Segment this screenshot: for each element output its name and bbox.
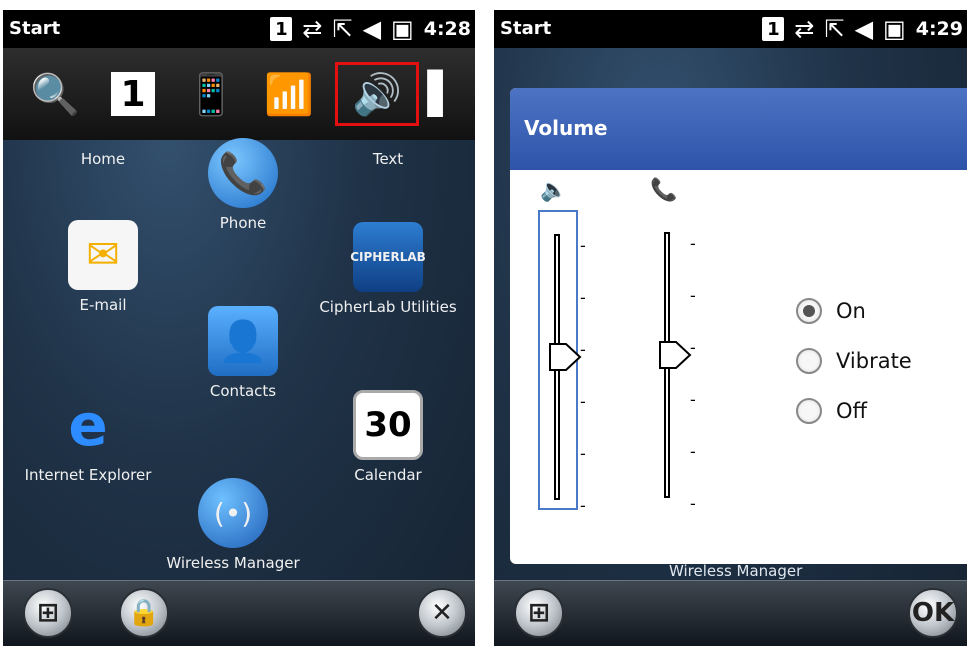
sync-icon[interactable]: ⇄ [302, 15, 322, 43]
tick: - [580, 288, 586, 307]
close-button[interactable]: ✕ [417, 588, 467, 638]
status-icons: 1 ⇄ ⇱ ◀ ▣ 4:29 [762, 14, 963, 44]
radio-vibrate[interactable]: Vibrate [796, 348, 912, 374]
app-wireless-manager[interactable]: (•) Wireless Manager [158, 478, 308, 572]
app-contacts[interactable]: 👤 Contacts [168, 306, 318, 400]
status-bar: Start 1 ⇄ ⇱ ◀ ▣ 4:29 [494, 10, 967, 48]
bottom-bar: ⊞ OK [494, 580, 967, 646]
tick: - [580, 236, 586, 255]
tick: - [690, 234, 696, 253]
magnifier-icon[interactable]: 🔍 [23, 62, 87, 126]
phone-volume-slider[interactable]: - - - - - - [650, 210, 696, 513]
email-label: E-mail [79, 296, 127, 314]
tick: - [580, 444, 586, 463]
app-phone[interactable]: 📞 Phone [168, 138, 318, 232]
radio-on-button[interactable] [796, 298, 822, 324]
notification-badge[interactable]: 1 [270, 17, 293, 41]
one-icon[interactable]: 1 [101, 62, 165, 126]
app-internet-explorer[interactable]: e Internet Explorer [13, 390, 163, 484]
tick: - [690, 286, 696, 305]
text-label: Text [372, 150, 404, 168]
phone-icon: 📞 [208, 138, 278, 208]
tick: - [580, 496, 586, 515]
sync-icon[interactable]: ⇄ [794, 15, 814, 43]
wireless-label: Wireless Manager [166, 554, 300, 572]
sync-device-icon[interactable]: 📱 [179, 62, 243, 126]
device-volume-icon: 🔈 [540, 178, 568, 203]
calendar-label: Calendar [354, 466, 422, 484]
lock-button[interactable]: 🔒 [119, 588, 169, 638]
device-volume-slider[interactable]: - - - - - - [538, 210, 586, 515]
radio-off-button[interactable] [796, 398, 822, 424]
bottom-bar: ⊞ 🔒 ✕ [3, 580, 475, 646]
app-email[interactable]: ✉ E-mail [28, 220, 178, 314]
connection-icon[interactable]: ⇱ [824, 15, 844, 43]
start-title[interactable]: Start [9, 18, 60, 39]
radio-off-label: Off [836, 399, 867, 423]
tick: - [690, 442, 696, 461]
battery-icon[interactable]: ▣ [883, 15, 906, 43]
windows-start-button[interactable]: ⊞ [23, 588, 73, 638]
tick: - [690, 390, 696, 409]
radio-vibrate-label: Vibrate [836, 349, 912, 373]
connection-icon[interactable]: ⇱ [332, 15, 352, 43]
ie-icon: e [68, 391, 108, 459]
radio-on[interactable]: On [796, 298, 866, 324]
phone-volume-icon: 📞 [650, 178, 678, 203]
cipherlab-label: CipherLab Utilities [319, 298, 457, 316]
phone-label: Phone [219, 214, 267, 232]
volume-dialog: Volume 🔈 - - - - - - 📞 - - - - - - On Vi… [510, 88, 967, 564]
notification-badge[interactable]: 1 [762, 17, 785, 41]
status-icons: 1 ⇄ ⇱ ◀ ▣ 4:28 [270, 14, 471, 44]
contacts-label: Contacts [209, 382, 277, 400]
tick: - [580, 392, 586, 411]
wireless-manager-label: Wireless Manager [669, 562, 803, 580]
app-home[interactable]: Home [28, 150, 178, 168]
app-cipherlab[interactable]: CIPHERLAB CipherLab Utilities [313, 222, 463, 316]
radio-off[interactable]: Off [796, 398, 867, 424]
home-label: Home [80, 150, 126, 168]
device-volume-thumb[interactable] [548, 340, 582, 374]
mail-icon: ✉ [68, 220, 138, 290]
right-screen: Start 1 ⇄ ⇱ ◀ ▣ 4:29 Volume 🔈 - - - - - … [494, 10, 967, 646]
speaker-icon[interactable]: ◀ [363, 15, 381, 43]
clock[interactable]: 4:28 [424, 18, 471, 40]
tick: - [690, 494, 696, 513]
cipherlab-icon: CIPHERLAB [350, 222, 426, 292]
start-title[interactable]: Start [500, 18, 551, 39]
radio-vibrate-button[interactable] [796, 348, 822, 374]
speaker-icon[interactable]: ◀ [855, 15, 873, 43]
wireless-icon: (•) [198, 478, 268, 548]
volume-dialog-title: Volume [510, 88, 967, 170]
ie-label: Internet Explorer [24, 466, 152, 484]
app-calendar[interactable]: 30 Calendar [313, 390, 463, 484]
battery-icon[interactable]: ▌ [428, 62, 459, 126]
contacts-icon: 👤 [208, 306, 278, 376]
left-screen: Start 1 ⇄ ⇱ ◀ ▣ 4:28 🔍 1 📱 📶 🔊 ▌ Home 📞 … [3, 10, 475, 646]
status-bar: Start 1 ⇄ ⇱ ◀ ▣ 4:28 [3, 10, 475, 48]
signal-phone-icon[interactable]: 📶 [257, 62, 321, 126]
radio-on-label: On [836, 299, 866, 323]
windows-start-button[interactable]: ⊞ [514, 588, 564, 638]
speaker-icon[interactable]: 🔊 [335, 62, 419, 126]
calendar-icon: 30 [353, 390, 423, 460]
phone-volume-thumb[interactable] [658, 338, 692, 372]
tray-bar: 🔍 1 📱 📶 🔊 ▌ [3, 48, 475, 140]
clock[interactable]: 4:29 [916, 18, 963, 40]
battery-icon[interactable]: ▣ [391, 15, 414, 43]
ok-button[interactable]: OK [908, 588, 958, 638]
tick: - [690, 338, 696, 357]
tick: - [580, 340, 586, 359]
app-text[interactable]: Text [313, 150, 463, 168]
